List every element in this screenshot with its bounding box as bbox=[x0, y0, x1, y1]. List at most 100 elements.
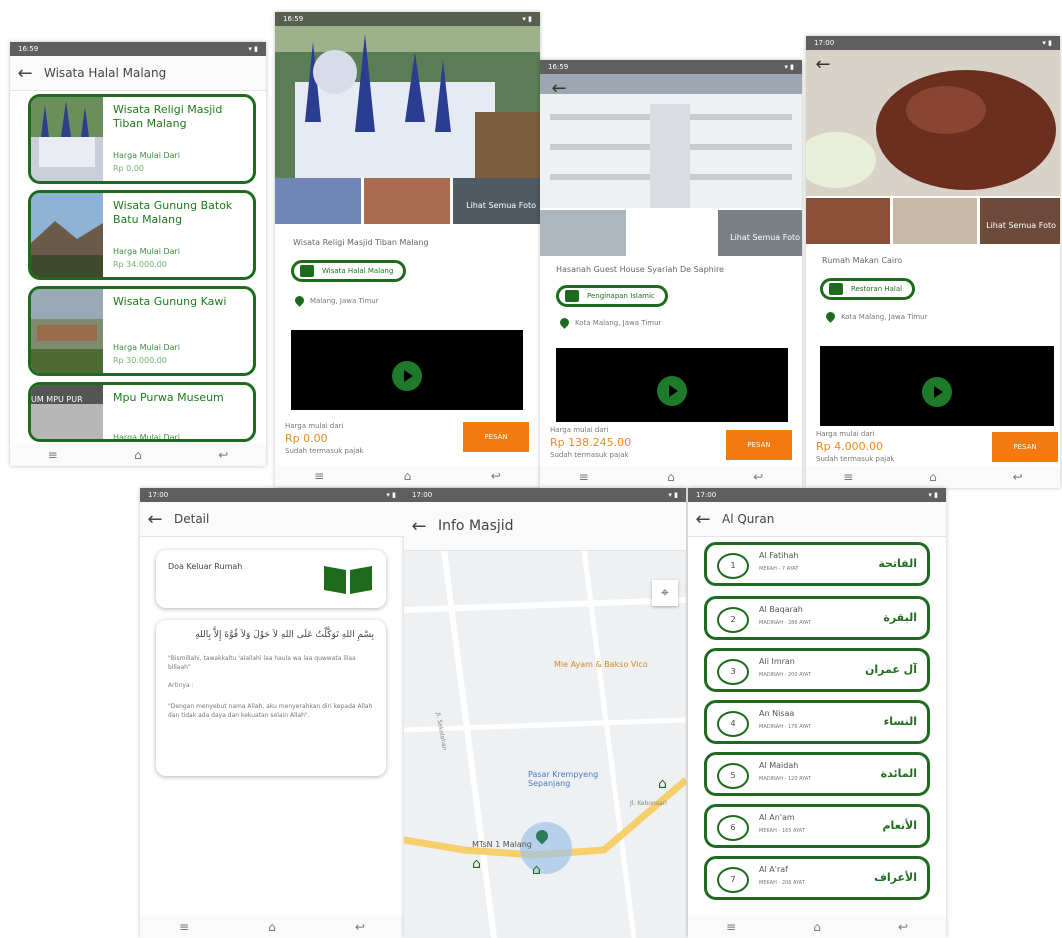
play-icon[interactable] bbox=[922, 377, 952, 407]
pesan-button[interactable]: PESAN bbox=[463, 422, 529, 452]
status-icons: ▾ ▮ bbox=[1042, 39, 1052, 47]
doa-content-card: بِسْمِ اللهِ تَوَكَّلْتُ عَلَى اللهِ لاَ… bbox=[156, 620, 386, 776]
hero-image-mosque bbox=[275, 12, 540, 178]
surah-number: 1 bbox=[717, 553, 749, 579]
app-bar: ← Info Masjid bbox=[404, 502, 686, 551]
menu-icon[interactable]: ≡ bbox=[569, 470, 599, 484]
system-nav-bar: ≡ ⌂ ↩ bbox=[140, 916, 404, 938]
back-arrow-icon[interactable]: ← bbox=[808, 54, 838, 75]
back-arrow-icon[interactable]: ← bbox=[544, 78, 574, 99]
back-arrow-icon[interactable]: ← bbox=[688, 509, 718, 530]
surah-number: 6 bbox=[717, 815, 749, 841]
surah-item[interactable]: 7 Al A'raf MEKAH - 206 AYAT الأعراف bbox=[704, 856, 930, 900]
price-value: Rp 138.245.00 bbox=[550, 436, 632, 449]
video-player[interactable] bbox=[556, 348, 788, 422]
back-arrow-icon[interactable]: ← bbox=[10, 63, 40, 84]
map-label-school[interactable]: MTsN 1 Malang bbox=[472, 840, 532, 849]
menu-icon[interactable]: ≡ bbox=[716, 920, 746, 934]
list-item[interactable]: Wisata Gunung Batok Batu Malang Harga Mu… bbox=[28, 190, 256, 280]
home-icon[interactable]: ⌂ bbox=[257, 920, 287, 934]
photo-thumbnails: Lihat Semua Foto bbox=[806, 198, 1060, 244]
item-title: Wisata Religi Masjid Tiban Malang bbox=[113, 103, 223, 130]
menu-icon[interactable]: ≡ bbox=[833, 470, 863, 484]
back-icon[interactable]: ↩ bbox=[481, 469, 511, 483]
mosque-marker-icon[interactable]: ⌂ bbox=[658, 776, 667, 792]
menu-icon[interactable]: ≡ bbox=[304, 469, 334, 483]
pesan-button[interactable]: PESAN bbox=[726, 430, 792, 460]
surah-number: 7 bbox=[717, 867, 749, 893]
back-arrow-icon[interactable]: ← bbox=[404, 516, 434, 537]
mosque-icon bbox=[300, 265, 314, 277]
surah-arabic: الفاتحة bbox=[878, 557, 917, 570]
see-all-photos[interactable]: Lihat Semua Foto bbox=[453, 178, 540, 224]
surah-item[interactable]: 3 Ali Imran MADINAH - 200 AYAT آل عمران bbox=[704, 648, 930, 692]
item-price: Rp 34.000.00 bbox=[113, 260, 167, 269]
home-icon[interactable]: ⌂ bbox=[123, 448, 153, 462]
status-icons: ▾ ▮ bbox=[668, 491, 678, 499]
app-bar: ← Al Quran bbox=[688, 502, 946, 537]
menu-icon[interactable]: ≡ bbox=[169, 920, 199, 934]
home-icon[interactable]: ⌂ bbox=[802, 920, 832, 934]
see-all-photos-label: Lihat Semua Foto bbox=[730, 233, 800, 242]
play-icon[interactable] bbox=[657, 376, 687, 406]
surah-meta: MEKAH - 206 AYAT bbox=[759, 880, 805, 886]
surah-arabic: النساء bbox=[883, 715, 917, 728]
price-block: Harga mulai dari Rp 0.00 Sudah termasuk … bbox=[285, 422, 364, 455]
list-item[interactable]: Wisata Gunung Kawi Harga Mulai Dari Rp 3… bbox=[28, 286, 256, 376]
home-icon[interactable]: ⌂ bbox=[656, 470, 686, 484]
category-label: Wisata Halal Malang bbox=[322, 267, 394, 275]
surah-item[interactable]: 4 An Nisaa MADINAH - 176 AYAT النساء bbox=[704, 700, 930, 744]
photo-thumb[interactable] bbox=[540, 210, 626, 256]
photo-thumb[interactable] bbox=[893, 198, 977, 244]
back-icon[interactable]: ↩ bbox=[743, 470, 773, 484]
pesan-button[interactable]: PESAN bbox=[992, 432, 1058, 462]
list-item[interactable]: UM MPU PUR Mpu Purwa Museum Harga Mulai … bbox=[28, 382, 256, 442]
surah-item[interactable]: 6 Al An'am MEKAH - 165 AYAT الأنعام bbox=[704, 804, 930, 848]
video-player[interactable] bbox=[291, 330, 523, 410]
back-icon[interactable]: ↩ bbox=[888, 920, 918, 934]
price-label: Harga mulai dari bbox=[550, 426, 609, 434]
category-chip[interactable]: Restoran Halal bbox=[820, 278, 916, 300]
status-time: 16:59 bbox=[283, 15, 304, 23]
surah-item[interactable]: 2 Al Baqarah MADINAH - 286 AYAT البقرة bbox=[704, 596, 930, 640]
mosque-marker-icon[interactable]: ⌂ bbox=[532, 862, 541, 878]
map-label-market[interactable]: Pasar Krempyeng Sepanjang bbox=[528, 770, 608, 788]
home-icon[interactable]: ⌂ bbox=[392, 469, 422, 483]
video-player[interactable] bbox=[820, 346, 1054, 426]
map-label-restaurant[interactable]: Mie Ayam & Bakso Vico bbox=[554, 660, 648, 669]
photo-thumb[interactable] bbox=[364, 178, 450, 224]
play-icon[interactable] bbox=[392, 361, 422, 391]
surah-name: Al Fatihah bbox=[759, 551, 799, 560]
category-chip[interactable]: Wisata Halal Malang bbox=[291, 260, 407, 282]
museum-sign-text: UM MPU PUR bbox=[31, 385, 103, 404]
photo-thumb[interactable] bbox=[806, 198, 890, 244]
surah-meta: MADINAH - 120 AYAT bbox=[759, 776, 811, 782]
surah-name: Al Baqarah bbox=[759, 605, 803, 614]
back-icon[interactable]: ↩ bbox=[345, 920, 375, 934]
see-all-photos-label: Lihat Semua Foto bbox=[986, 221, 1056, 230]
list-item[interactable]: Wisata Religi Masjid Tiban Malang Harga … bbox=[28, 94, 256, 184]
surah-item[interactable]: 1 Al Fatihah MEKAH - 7 AYAT الفاتحة bbox=[704, 542, 930, 586]
location: Kota Malang, Jawa Timur bbox=[824, 310, 927, 323]
surah-number: 4 bbox=[717, 711, 749, 737]
hotel-icon bbox=[565, 290, 579, 302]
surah-arabic: الأعراف bbox=[874, 871, 917, 884]
menu-icon[interactable]: ≡ bbox=[38, 448, 68, 462]
category-chip[interactable]: Penginapan Islamic bbox=[556, 285, 668, 307]
surah-item[interactable]: 5 Al Maidah MADINAH - 120 AYAT المائدة bbox=[704, 752, 930, 796]
back-icon[interactable]: ↩ bbox=[208, 448, 238, 462]
back-icon[interactable]: ↩ bbox=[1003, 470, 1033, 484]
see-all-photos[interactable]: Lihat Semua Foto bbox=[980, 198, 1060, 244]
mosque-marker-icon[interactable]: ⌂ bbox=[472, 856, 481, 872]
status-time: 16:59 bbox=[548, 63, 569, 71]
home-icon[interactable]: ⌂ bbox=[918, 470, 948, 484]
photo-thumb[interactable] bbox=[275, 178, 361, 224]
see-all-photos[interactable]: Lihat Semua Foto bbox=[718, 210, 802, 256]
photo-thumbnails: Lihat Semua Foto bbox=[540, 210, 802, 256]
photo-thumbnails: Lihat Semua Foto bbox=[275, 178, 540, 224]
doa-header-card: Doa Keluar Rumah bbox=[156, 550, 386, 608]
back-arrow-icon[interactable]: ← bbox=[140, 509, 170, 530]
my-location-button[interactable]: ⌖ bbox=[652, 580, 678, 606]
category-label: Restoran Halal bbox=[851, 285, 903, 293]
status-time: 17:00 bbox=[148, 491, 169, 499]
